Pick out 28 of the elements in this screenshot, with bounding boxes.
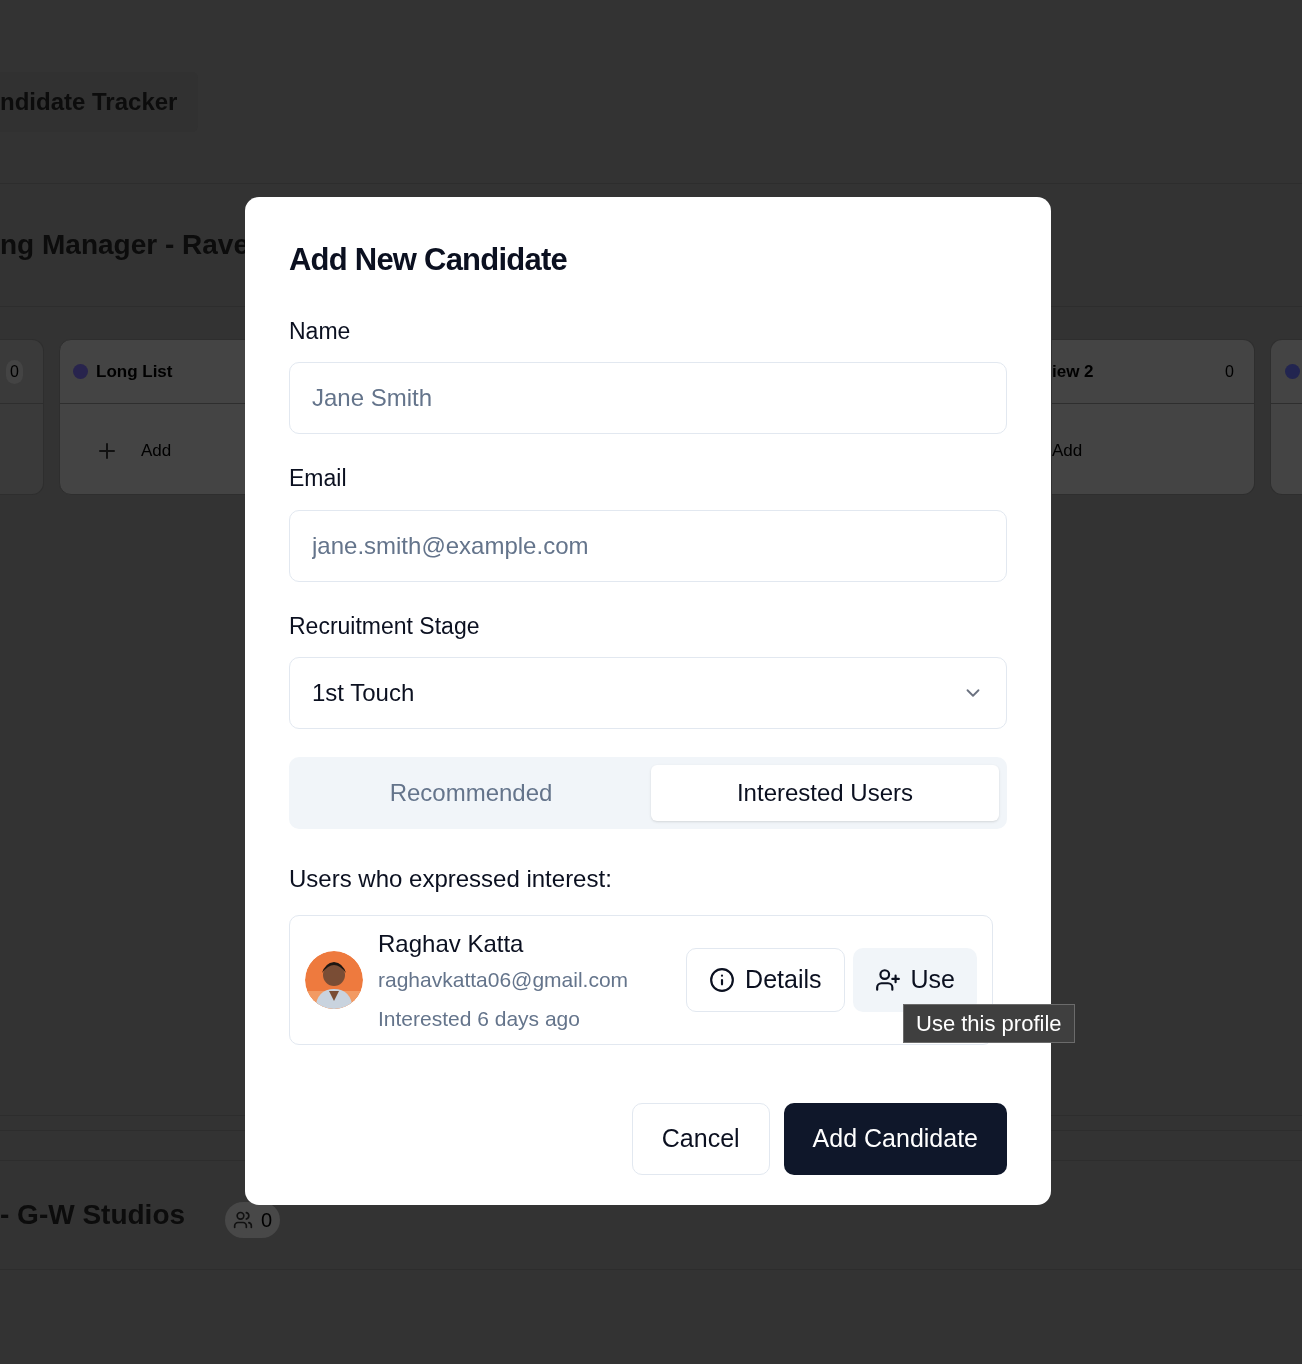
dialog-title: Add New Candidate xyxy=(289,241,568,279)
details-button[interactable]: Details xyxy=(686,948,845,1012)
count-label: 0 xyxy=(6,359,23,384)
tooltip: Use this profile xyxy=(903,1004,1075,1043)
info-icon xyxy=(709,967,736,993)
user-email: raghavkatta06@gmail.com xyxy=(378,966,629,993)
user-plus-icon xyxy=(874,967,901,993)
add-label: Add xyxy=(1052,441,1083,460)
field-label: Email xyxy=(289,464,348,493)
users-icon xyxy=(233,1210,254,1230)
interest-time: Interested 6 days ago xyxy=(378,1006,581,1032)
column-title: Long List xyxy=(96,360,173,383)
add-candidate-button[interactable]: Add Candidate xyxy=(783,1103,1007,1175)
field-label: Name xyxy=(289,316,352,346)
section-heading: Users who expressed interest: xyxy=(289,864,613,894)
cancel-button[interactable]: Cancel xyxy=(631,1103,770,1175)
count-label: 0 xyxy=(261,1208,273,1233)
tab[interactable]: Interested Users xyxy=(651,765,999,821)
input-field[interactable]: Jane Smith xyxy=(289,362,1007,434)
stage-select[interactable]: 1st Touch xyxy=(289,657,1007,729)
tab[interactable]: Recommended xyxy=(297,765,645,821)
count-label: 0 xyxy=(1224,361,1235,382)
column-title: iew 2 xyxy=(1052,360,1094,383)
user-name: Raghav Katta xyxy=(378,928,525,959)
use-button[interactable]: Use xyxy=(852,948,977,1012)
input-field[interactable]: jane.smith@example.com xyxy=(289,509,1007,582)
add-label: Add xyxy=(141,440,172,462)
field-label: Recruitment Stage xyxy=(289,611,481,641)
